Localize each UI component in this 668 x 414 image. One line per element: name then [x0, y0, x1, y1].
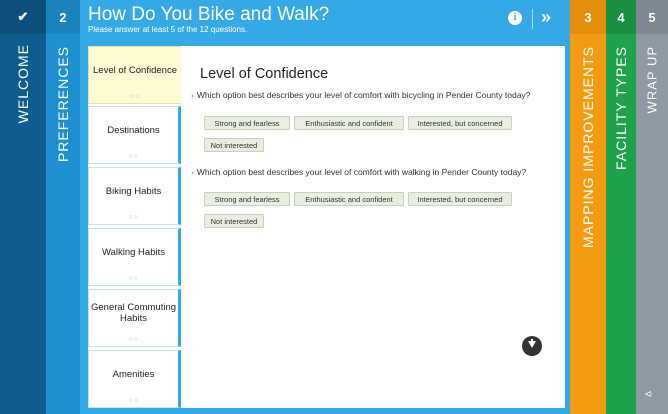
sidebar-item-level-of-confidence[interactable]: Level of Confidence ○○	[88, 46, 181, 104]
tab-preferences-label: PREFERENCES	[55, 46, 71, 163]
tab-wrap-label: WRAP UP	[644, 46, 660, 114]
tab-welcome[interactable]: ✔ WELCOME	[0, 0, 46, 414]
progress-dots: ○○	[128, 214, 139, 221]
question-sidebar: Level of Confidence ○○ Destinations ○○ B…	[88, 46, 181, 408]
section-heading: Level of Confidence	[200, 66, 329, 82]
section-header: How Do You Bike and Walk? Please answer …	[80, 0, 570, 38]
option-button[interactable]: Interested, but concerned	[408, 192, 512, 206]
sidebar-item-biking-habits[interactable]: Biking Habits ○○	[88, 167, 181, 225]
sidebar-item-label: Level of Confidence	[93, 65, 177, 76]
sidebar-item-walking-habits[interactable]: Walking Habits ○○	[88, 228, 181, 286]
tab-wrap-up[interactable]: 5 WRAP UP ⪦	[636, 0, 668, 414]
main-section: How Do You Bike and Walk? Please answer …	[80, 0, 570, 414]
tab-mapping-number: 3	[570, 0, 606, 34]
page-subtitle: Please answer at least 5 of the 12 quest…	[88, 25, 248, 34]
page-title: How Do You Bike and Walk?	[88, 4, 330, 25]
chevron-right-icon: ›	[191, 167, 194, 177]
progress-dots: ○○	[128, 397, 139, 404]
info-icon[interactable]: i	[508, 11, 522, 25]
tab-facility-number: 4	[606, 0, 636, 34]
question-text: › Which option best describes your level …	[191, 167, 527, 177]
progress-dots: ○○	[128, 336, 139, 343]
chevron-right-icon: ›	[191, 90, 194, 100]
share-icon[interactable]: ⪦	[645, 386, 652, 401]
sidebar-item-general-commuting-habits[interactable]: General Commuting Habits ○○	[88, 289, 181, 347]
option-button[interactable]: Enthusiastic and confident	[294, 116, 404, 130]
option-button[interactable]: Enthusiastic and confident	[294, 192, 404, 206]
sidebar-item-destinations[interactable]: Destinations ○○	[88, 106, 181, 164]
option-button[interactable]: Strong and fearless	[204, 116, 290, 130]
sidebar-item-label: General Commuting Habits	[91, 302, 177, 324]
tab-facility-label: FACILITY TYPES	[613, 46, 629, 170]
check-icon: ✔	[17, 9, 29, 24]
tab-facility-types[interactable]: 4 FACILITY TYPES	[606, 0, 636, 414]
question-panel: Level of Confidence ○○ Destinations ○○ B…	[88, 46, 565, 408]
sidebar-item-label: Walking Habits	[101, 247, 165, 258]
option-button[interactable]: Interested, but concerned	[408, 116, 512, 130]
next-section-icon[interactable]: »	[541, 7, 551, 28]
sidebar-item-amenities[interactable]: Amenities ○○	[88, 350, 181, 408]
tab-welcome-status: ✔	[0, 0, 46, 34]
tab-mapping-label: MAPPING IMPROVEMENTS	[580, 46, 596, 249]
progress-dots: ○○	[128, 275, 139, 282]
option-button[interactable]: Strong and fearless	[204, 192, 290, 206]
progress-dots: ○○	[129, 93, 141, 100]
tab-welcome-label: WELCOME	[15, 44, 31, 124]
sidebar-item-label: Destinations	[107, 125, 160, 136]
question-text: › Which option best describes your level …	[191, 90, 531, 100]
tab-wrap-number: 5	[636, 0, 668, 34]
tab-mapping-improvements[interactable]: 3 MAPPING IMPROVEMENTS	[570, 0, 606, 414]
sidebar-item-label: Amenities	[112, 369, 155, 380]
tab-preferences[interactable]: 2 PREFERENCES	[46, 0, 80, 414]
option-button[interactable]: Not interested	[204, 214, 264, 228]
sidebar-item-label: Biking Habits	[105, 186, 162, 197]
header-divider	[532, 9, 533, 29]
question-content: Level of Confidence › Which option best d…	[191, 46, 561, 408]
option-button[interactable]: Not interested	[204, 138, 264, 152]
scroll-down-icon[interactable]	[522, 336, 542, 356]
tab-preferences-number: 2	[46, 0, 80, 34]
progress-dots: ○○	[128, 153, 139, 160]
